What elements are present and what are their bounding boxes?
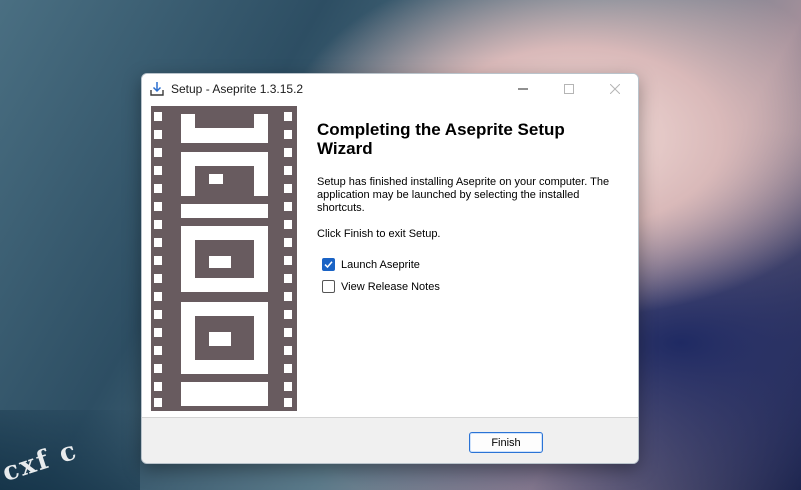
completion-message: Setup has finished installing Aseprite o… — [317, 176, 610, 214]
view-release-notes-label: View Release Notes — [341, 280, 440, 293]
minimize-button[interactable] — [500, 74, 546, 104]
button-bar: Finish — [142, 418, 638, 463]
finish-button[interactable]: Finish — [469, 432, 543, 453]
checkmark-icon — [324, 261, 333, 269]
close-button[interactable] — [592, 74, 638, 104]
launch-aseprite-checkbox[interactable]: Launch Aseprite — [322, 258, 420, 271]
title-bar[interactable]: Setup - Aseprite 1.3.15.2 — [142, 74, 638, 104]
maximize-button[interactable] — [546, 74, 592, 104]
minimize-icon — [518, 88, 528, 90]
maximize-icon — [564, 84, 574, 94]
window-title: Setup - Aseprite 1.3.15.2 — [171, 82, 304, 96]
wizard-content: Completing the Aseprite Setup Wizard Set… — [297, 106, 638, 411]
aseprite-banner-image — [151, 106, 297, 411]
view-release-notes-checkbox[interactable]: View Release Notes — [322, 280, 440, 293]
wizard-heading: Completing the Aseprite Setup Wizard — [317, 120, 565, 158]
aseprite-logo-icon — [151, 106, 297, 411]
checkbox-checked[interactable] — [322, 258, 335, 271]
setup-window: Setup - Aseprite 1.3.15.2 Completing the… — [141, 73, 639, 464]
close-icon — [610, 84, 620, 94]
launch-aseprite-label: Launch Aseprite — [341, 258, 420, 271]
exit-instruction: Click Finish to exit Setup. — [317, 228, 441, 240]
installer-icon — [149, 81, 165, 97]
checkbox-unchecked[interactable] — [322, 280, 335, 293]
